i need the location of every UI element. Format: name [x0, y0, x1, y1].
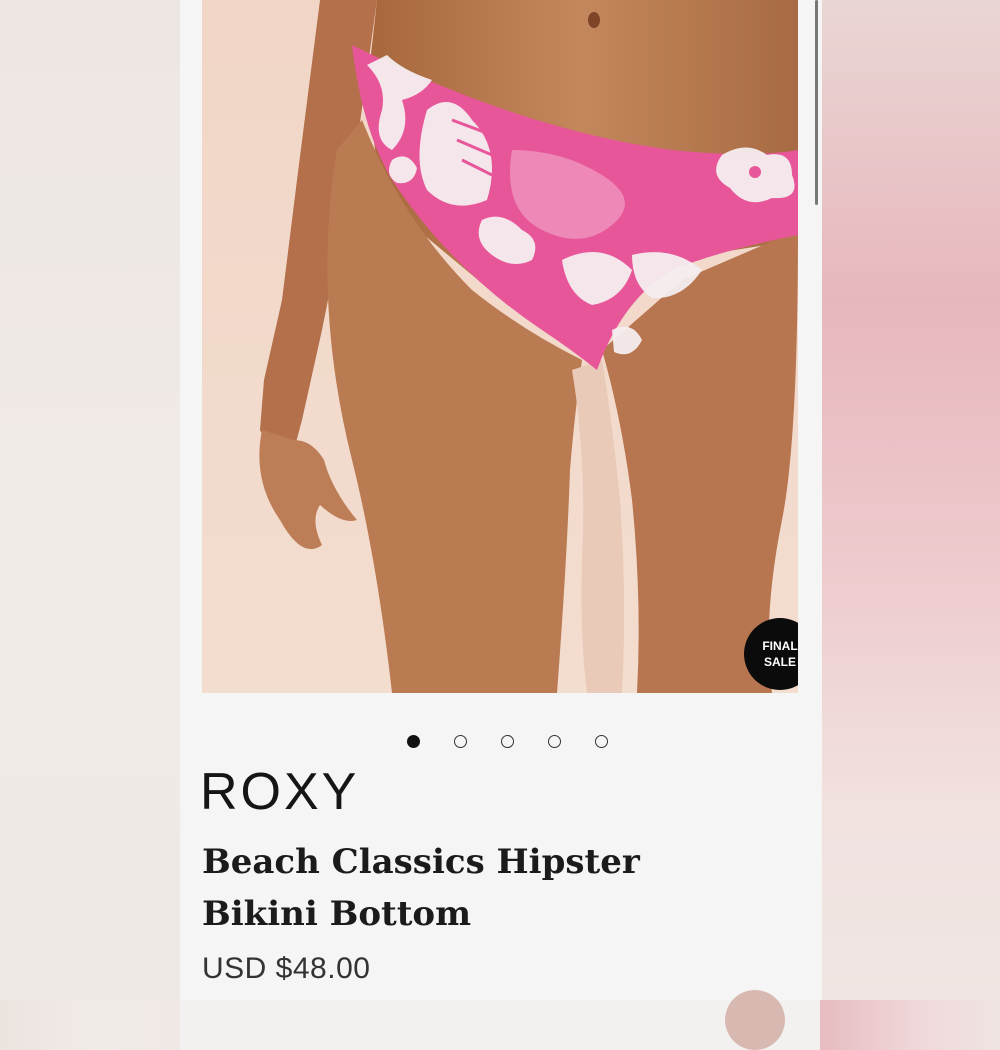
product-image[interactable]: FINAL SALE	[202, 0, 798, 693]
background-left	[0, 0, 180, 1000]
carousel-dot-1[interactable]	[406, 735, 420, 748]
chat-button[interactable]	[725, 990, 785, 1050]
brand-name[interactable]: ROXY	[200, 762, 359, 822]
scrollbar[interactable]	[815, 0, 818, 205]
background-right	[822, 0, 1000, 1000]
carousel-dot-4[interactable]	[547, 735, 561, 748]
product-price: USD $48.00	[202, 952, 371, 985]
product-photo	[202, 0, 798, 693]
badge-line-2: SALE	[763, 655, 796, 669]
carousel-dot-3[interactable]	[500, 735, 514, 748]
carousel-dot-5[interactable]	[594, 735, 608, 748]
product-page: FINAL SALE ROXY Beach Classics Hipster B…	[180, 0, 822, 1000]
carousel-dot-2[interactable]	[453, 735, 467, 748]
badge-line-1: FINAL	[762, 639, 798, 653]
product-title: Beach Classics Hipster Bikini Bottom	[202, 842, 640, 934]
image-carousel-dots	[180, 735, 822, 751]
